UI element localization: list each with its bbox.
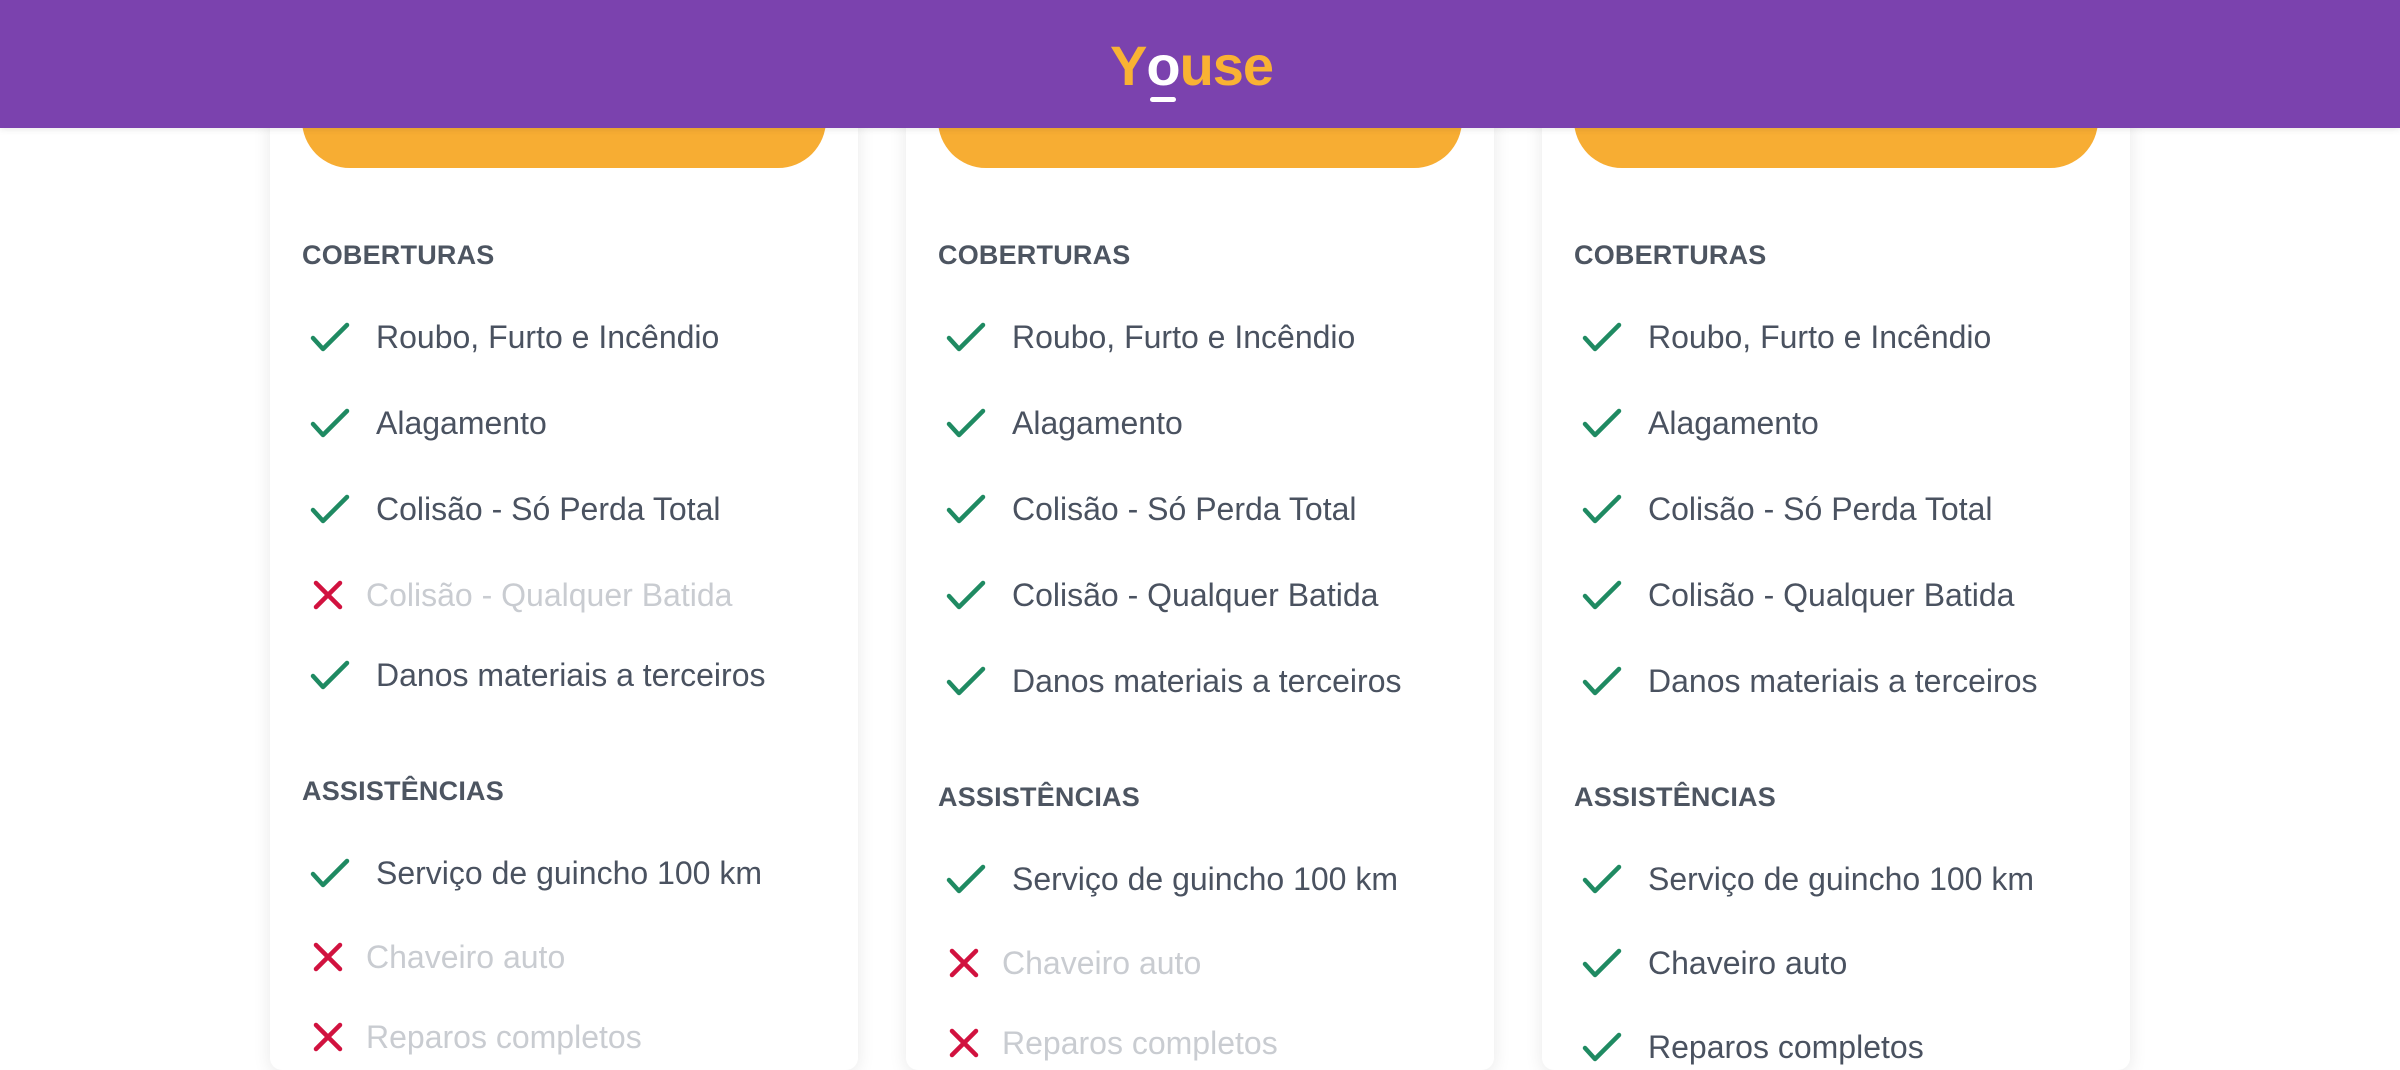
coverage-item: Alagamento [942,398,1183,448]
check-icon [946,408,986,438]
coverage-item: Roubo, Furto e Incêndio [1578,312,1991,362]
coverage-label: Danos materiais a terceiros [1648,662,2038,699]
plan-card-3: COBERTURAS Roubo, Furto e Incêndio Alaga… [1542,0,2130,1070]
coverage-label: Alagamento [376,404,547,441]
assistance-label: Serviço de guincho 100 km [1012,860,1398,897]
check-icon [1582,864,1622,894]
cross-icon [313,580,343,610]
check-icon [310,322,350,352]
coverage-item: Colisão - Qualquer Batida [942,570,1378,620]
check-icon [1582,948,1622,978]
coverage-label: Danos materiais a terceiros [376,656,766,693]
coverage-item-excluded: Colisão - Qualquer Batida [306,570,732,620]
assistance-item-excluded: Chaveiro auto [306,932,565,982]
check-icon [1582,1032,1622,1062]
assistance-item-excluded: Reparos completos [942,1018,1278,1068]
check-icon [310,408,350,438]
coverage-label: Colisão - Qualquer Batida [366,576,733,613]
youse-logo[interactable]: Yo use [1110,30,1274,102]
check-icon [1582,408,1622,438]
plan-card-2: COBERTURAS Roubo, Furto e Incêndio Alaga… [906,0,1494,1070]
assistance-label: Chaveiro auto [366,938,566,975]
check-icon [946,494,986,524]
coberturas-title: COBERTURAS [938,240,1131,270]
cross-icon [949,948,979,978]
check-icon [946,580,986,610]
check-icon [310,858,350,888]
coberturas-title: COBERTURAS [1574,240,1767,270]
coverage-item: Danos materiais a terceiros [942,656,1401,706]
assistance-item-excluded: Chaveiro auto [942,938,1201,988]
assistance-label: Chaveiro auto [1002,944,1202,981]
plan-card-1: COBERTURAS Roubo, Furto e Incêndio Alaga… [270,0,858,1070]
assistance-label: Reparos completos [1002,1024,1278,1061]
coverage-label: Colisão - Só Perda Total [376,490,721,527]
assistance-label: Serviço de guincho 100 km [1648,860,2034,897]
coverage-label: Colisão - Qualquer Batida [1012,576,1379,613]
top-header: Yo use [0,0,2400,128]
coverage-item: Danos materiais a terceiros [306,650,765,700]
coverage-label: Roubo, Furto e Incêndio [1012,318,1356,355]
coverage-label: Roubo, Furto e Incêndio [376,318,720,355]
check-icon [946,864,986,894]
coverage-label: Alagamento [1648,404,1819,441]
coverage-item: Alagamento [1578,398,1819,448]
assistencias-title: ASSISTÊNCIAS [1574,782,1776,812]
coverage-item: Colisão - Só Perda Total [306,484,720,534]
coverage-label: Danos materiais a terceiros [1012,662,1402,699]
check-icon [946,322,986,352]
coverage-label: Colisão - Só Perda Total [1648,490,1993,527]
coverage-item: Alagamento [306,398,547,448]
assistance-item: Serviço de guincho 100 km [1578,854,2034,904]
coverage-item: Colisão - Qualquer Batida [1578,570,2014,620]
cross-icon [313,942,343,972]
cross-icon [313,1022,343,1052]
coverage-label: Colisão - Qualquer Batida [1648,576,2015,613]
assistencias-title: ASSISTÊNCIAS [938,782,1140,812]
check-icon [1582,494,1622,524]
check-icon [1582,580,1622,610]
coverage-label: Alagamento [1012,404,1183,441]
assistance-item-excluded: Reparos completos [306,1012,642,1062]
assistance-item: Reparos completos [1578,1022,1924,1070]
cross-icon [949,1028,979,1058]
logo-letter-y: Y [1110,34,1147,97]
assistance-label: Serviço de guincho 100 km [376,854,762,891]
check-icon [1582,322,1622,352]
assistance-label: Reparos completos [366,1018,642,1055]
coverage-item: Colisão - Só Perda Total [1578,484,1992,534]
check-icon [310,494,350,524]
assistance-item: Chaveiro auto [1578,938,1847,988]
coverage-item: Colisão - Só Perda Total [942,484,1356,534]
assistencias-title: ASSISTÊNCIAS [302,776,504,806]
coverage-label: Colisão - Só Perda Total [1012,490,1357,527]
logo-letters-use: use [1179,34,1274,97]
check-icon [946,666,986,696]
page: Yo use COBERTURAS Roubo, Furto e Incêndio… [0,0,2400,1070]
coverage-label: Roubo, Furto e Incêndio [1648,318,1992,355]
assistance-label: Chaveiro auto [1648,944,1848,981]
assistance-label: Reparos completos [1648,1028,1924,1065]
coverage-item: Roubo, Furto e Incêndio [942,312,1355,362]
check-icon [310,660,350,690]
logo-letter-o: o [1146,34,1181,102]
check-icon [1582,666,1622,696]
assistance-item: Serviço de guincho 100 km [306,848,762,898]
coverage-item: Danos materiais a terceiros [1578,656,2037,706]
coberturas-title: COBERTURAS [302,240,495,270]
coverage-item: Roubo, Furto e Incêndio [306,312,719,362]
assistance-item: Serviço de guincho 100 km [942,854,1398,904]
